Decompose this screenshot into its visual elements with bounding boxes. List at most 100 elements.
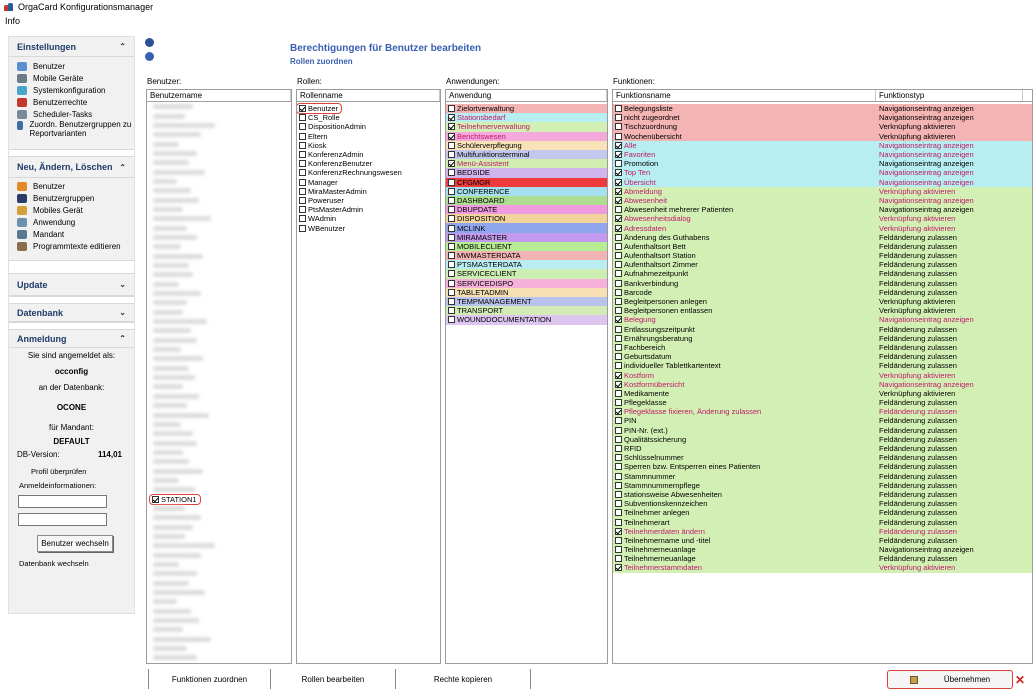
app-row[interactable]: PTSMASTERDATA: [446, 260, 607, 270]
user-row[interactable]: [147, 139, 291, 148]
role-item[interactable]: Eltern: [297, 132, 328, 141]
role-row[interactable]: PtsMasterAdmin: [297, 205, 440, 214]
function-row[interactable]: Bankverbindung Feldänderung zulassen: [613, 278, 1032, 288]
collapse-icon[interactable]: ⌃: [119, 163, 126, 172]
function-row[interactable]: Adressdaten Verknüpfung aktivieren: [613, 223, 1032, 233]
function-row[interactable]: Aufnahmezeitpunkt Feldänderung zulassen: [613, 269, 1032, 279]
checkbox[interactable]: [615, 160, 622, 168]
checkbox[interactable]: [615, 500, 622, 508]
user-row[interactable]: [147, 541, 291, 550]
column-header-benutzername[interactable]: Benutzername: [147, 90, 291, 101]
function-row[interactable]: Kostform Verknüpfung aktivieren: [613, 370, 1032, 380]
function-row[interactable]: PIN-Nr. (ext.) Feldänderung zulassen: [613, 425, 1032, 435]
app-row[interactable]: Stationsbedarf: [446, 113, 607, 123]
checkbox[interactable]: [448, 114, 455, 122]
role-item[interactable]: KonferenzRechnungswesen: [297, 168, 402, 177]
column-header-anwendung[interactable]: Anwendung: [446, 90, 607, 101]
user-row[interactable]: [147, 504, 291, 513]
user-row[interactable]: [147, 214, 291, 223]
checkbox[interactable]: [615, 233, 622, 241]
checkbox[interactable]: [615, 325, 622, 333]
app-row[interactable]: MWMASTERDATA: [446, 251, 607, 261]
function-row[interactable]: Belegung Navigationseintrag anzeigen: [613, 315, 1032, 325]
user-row[interactable]: [147, 298, 291, 307]
role-item[interactable]: Poweruser: [297, 196, 344, 205]
app-row[interactable]: MOBILECLIENT: [446, 241, 607, 251]
nav-neu-programmtexte[interactable]: Programmtexte editieren: [9, 240, 134, 252]
checkbox[interactable]: [299, 151, 306, 159]
checkbox[interactable]: [615, 546, 622, 554]
checkbox[interactable]: [615, 389, 622, 397]
users-list[interactable]: Benutzername STATION1: [146, 89, 292, 664]
function-row[interactable]: Stammnummer Feldänderung zulassen: [613, 471, 1032, 481]
function-row[interactable]: RFID Feldänderung zulassen: [613, 443, 1032, 454]
user-row[interactable]: [147, 280, 291, 289]
checkbox[interactable]: [615, 380, 622, 388]
checkbox[interactable]: [615, 123, 622, 131]
function-row[interactable]: Aufenthaltsort Zimmer Feldänderung zulass…: [613, 260, 1032, 270]
user-row[interactable]: [147, 410, 291, 419]
user-row[interactable]: [147, 616, 291, 625]
function-row[interactable]: Teilnehmername und -titel Feldänderung zu…: [613, 535, 1032, 545]
nav-neu-mobiles-geraet[interactable]: Mobiles Gerät: [9, 204, 134, 216]
checkbox[interactable]: [299, 160, 306, 168]
checkbox[interactable]: [299, 123, 306, 131]
checkbox[interactable]: [615, 105, 622, 113]
app-row[interactable]: TRANSPORT: [446, 306, 607, 316]
user-row[interactable]: [147, 308, 291, 317]
user-row[interactable]: [147, 457, 291, 466]
checkbox[interactable]: [448, 160, 455, 168]
checkbox[interactable]: [299, 206, 306, 214]
role-row[interactable]: WBenutzer: [297, 223, 440, 233]
function-row[interactable]: Wochenübersicht Verknüpfung aktivieren: [613, 131, 1032, 141]
checkbox[interactable]: [448, 123, 455, 131]
checkbox[interactable]: [299, 169, 306, 177]
checkbox[interactable]: [448, 252, 455, 260]
role-item[interactable]: MiraMasterAdmin: [297, 187, 367, 196]
user-row[interactable]: [147, 448, 291, 457]
app-row[interactable]: Multifunktionsterminal: [446, 149, 607, 160]
role-item[interactable]: CS_Rolle: [297, 113, 340, 122]
function-row[interactable]: Teilnehmerart Feldänderung zulassen: [613, 517, 1032, 527]
app-row[interactable]: MCLINK: [446, 223, 607, 233]
nav-neu-mandant[interactable]: Mandant: [9, 228, 134, 240]
checkbox[interactable]: [615, 555, 622, 563]
function-row[interactable]: Promotion Navigationseintrag anzeigen: [613, 159, 1032, 169]
checkbox[interactable]: [615, 481, 622, 489]
user-row[interactable]: [147, 382, 291, 391]
checkbox[interactable]: [448, 279, 455, 287]
checkbox[interactable]: [615, 454, 622, 462]
user-row[interactable]: [147, 625, 291, 634]
role-item[interactable]: Kiosk: [297, 141, 326, 150]
checkbox[interactable]: [615, 141, 622, 149]
function-row[interactable]: Medikamente Verknüpfung aktivieren: [613, 388, 1032, 398]
checkbox[interactable]: [152, 495, 159, 503]
nav-benutzerrechte[interactable]: Benutzerrechte: [9, 96, 134, 108]
user-row[interactable]: [147, 354, 291, 363]
panel-update-header[interactable]: Update ⌄: [9, 274, 134, 296]
role-item[interactable]: DispositionAdmin: [297, 122, 366, 131]
user-row[interactable]: [147, 345, 291, 354]
checkbox[interactable]: [615, 114, 622, 122]
back-icon[interactable]: [145, 38, 154, 47]
function-row[interactable]: Geburtsdatum Feldänderung zulassen: [613, 352, 1032, 362]
user-row[interactable]: [147, 364, 291, 373]
checkbox[interactable]: [615, 426, 622, 434]
user-row[interactable]: [147, 149, 291, 158]
function-row[interactable]: Abwesenheitsdialog Verknüpfung aktivieren: [613, 214, 1032, 224]
nav-neu-benutzergruppen[interactable]: Benutzergruppen: [9, 192, 134, 204]
function-row[interactable]: Ernährungsberatung Feldänderung zulassen: [613, 333, 1032, 343]
user-row[interactable]: [147, 607, 291, 616]
user-row[interactable]: [147, 476, 291, 485]
function-row[interactable]: Abwesenheit mehrerer Patienten Navigation…: [613, 205, 1032, 215]
user-row[interactable]: [147, 644, 291, 653]
selected-user[interactable]: STATION1: [149, 493, 201, 505]
function-row[interactable]: Teilnehmerdaten ändern Feldänderung zulas…: [613, 526, 1032, 536]
function-row[interactable]: Fachbereich Feldänderung zulassen: [613, 342, 1032, 353]
role-item[interactable]: KonferenzAdmin: [297, 150, 363, 159]
user-row[interactable]: [147, 102, 291, 111]
checkbox[interactable]: [615, 362, 622, 370]
nav-zuordn-benutzergruppen[interactable]: Zuordn. Benutzergruppen zu Reportvariant…: [9, 120, 134, 140]
page-subtitle[interactable]: Rollen zuordnen: [290, 57, 353, 66]
role-item[interactable]: PtsMasterAdmin: [297, 205, 363, 214]
